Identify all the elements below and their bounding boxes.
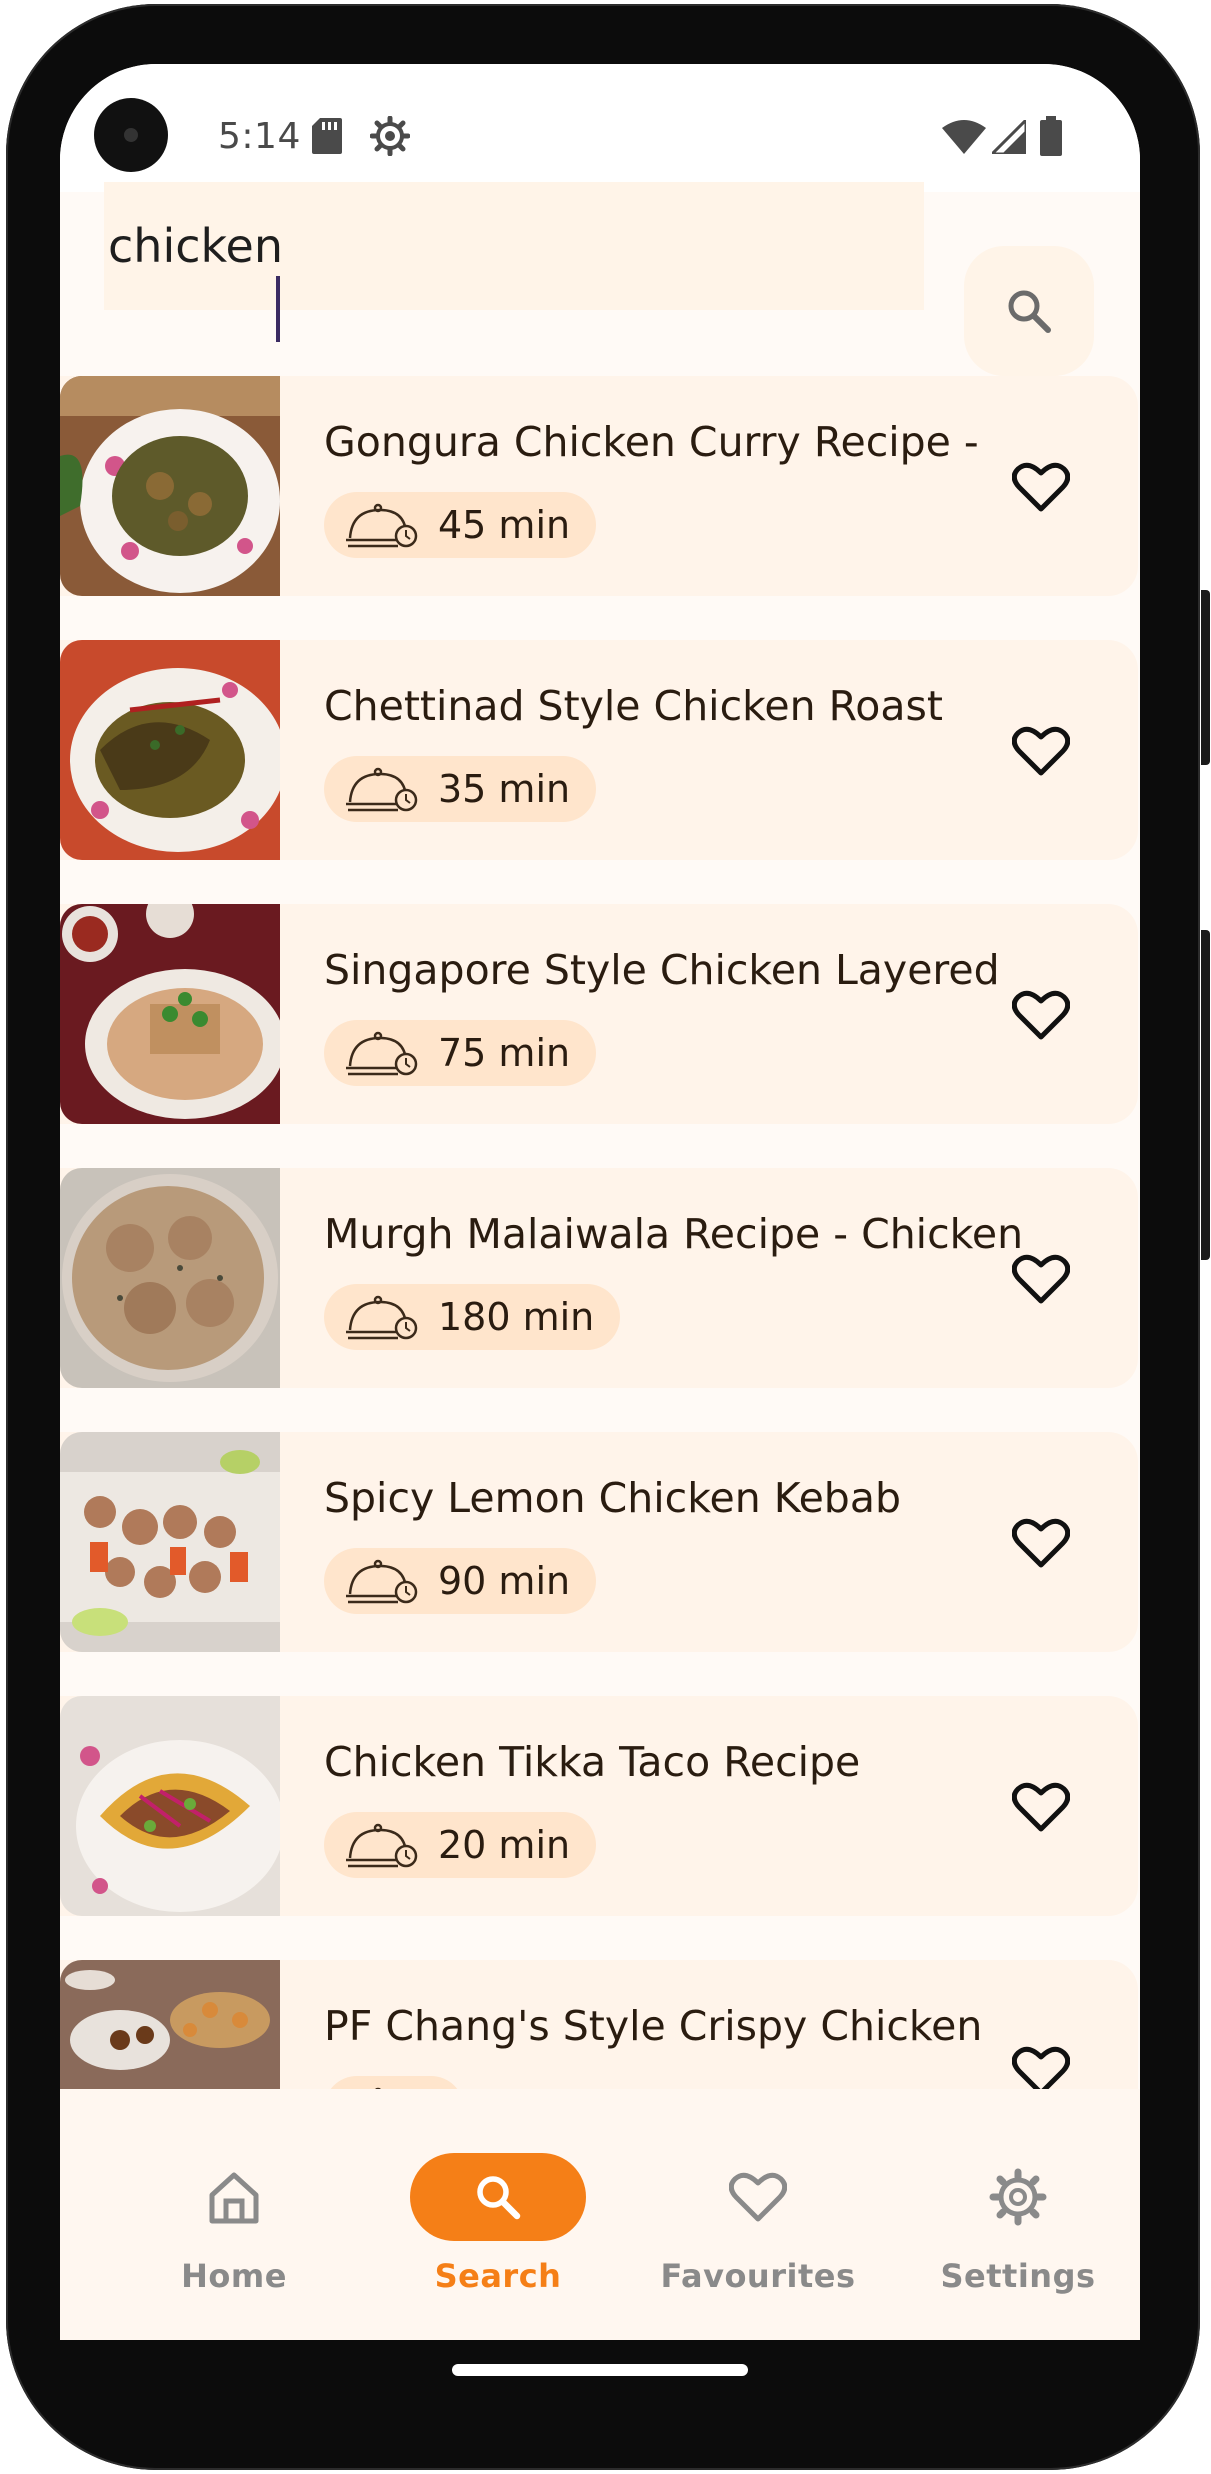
recipe-title: PF Chang's Style Crispy Chicken [324,2002,983,2050]
app-screen: 5:14 chicken Gongura Chicken Curry Recip… [60,64,1140,2340]
cook-time-chip: 45 min [324,492,597,558]
recipe-thumbnail [60,1432,280,1652]
search-icon [477,2176,521,2220]
cook-time-label: 75 min [438,1031,571,1075]
recipe-title: Chettinad Style Chicken Roast [324,682,943,730]
heart-outline-icon [1012,1518,1070,1568]
recipe-card[interactable]: Singapore Style Chicken Layered 75 min [60,904,1138,1124]
cook-time-chip: 75 min [324,1020,597,1086]
recipe-thumbnail [60,640,280,860]
heart-outline-icon [1012,990,1070,1040]
home-icon [209,2172,259,2224]
heart-outline-icon [1012,726,1070,776]
nav-label-favourites: Favourites [660,2257,856,2295]
settings-gear-status-icon [369,115,411,160]
recipe-card[interactable]: Gongura Chicken Curry Recipe - 45 min [60,376,1138,596]
cloche-timer-icon [346,503,418,548]
favourite-button[interactable] [1010,456,1072,518]
text-caret [276,276,280,342]
recipe-title: Murgh Malaiwala Recipe - Chicken [324,1210,1024,1258]
recipe-thumbnail [60,1960,280,2089]
bottom-navigation: Home Search Favourites Settings [60,2089,1140,2340]
nav-item-search[interactable]: Search [368,2089,628,2340]
cloche-timer-icon [346,1031,418,1076]
cook-time-chip: 35 min [324,756,597,822]
cloche-timer-icon [346,1823,418,1868]
nav-label-search: Search [434,2257,562,2295]
favourite-button[interactable] [1010,984,1072,1046]
cook-time-chip [324,2076,464,2089]
status-bar: 5:14 [60,64,1140,192]
nav-search-indicator [410,2153,586,2241]
cloche-timer-icon [346,1559,418,1604]
cook-time-label: 35 min [438,767,571,811]
recipe-thumbnail [60,1696,280,1916]
device-frame: 5:14 chicken Gongura Chicken Curry Recip… [0,0,1211,2474]
recipe-title: Chicken Tikka Taco Recipe [324,1738,861,1786]
cook-time-label: 45 min [438,503,571,547]
cook-time-label: 90 min [438,1559,571,1603]
front-camera [94,98,168,172]
cook-time-chip: 90 min [324,1548,597,1614]
nav-home-indicator [146,2153,322,2241]
favourite-button[interactable] [1010,720,1072,782]
recipe-title: Gongura Chicken Curry Recipe - [324,418,979,466]
cell-signal-icon [988,116,1028,158]
nav-item-favourites[interactable]: Favourites [628,2089,888,2340]
heart-icon [729,2172,787,2222]
recipe-card[interactable]: Murgh Malaiwala Recipe - Chicken 180 min [60,1168,1138,1388]
favourite-button[interactable] [1010,1512,1072,1574]
battery-icon [1040,116,1062,160]
gesture-home-bar[interactable] [452,2364,748,2376]
recipe-title: Singapore Style Chicken Layered [324,946,1000,994]
results-list[interactable]: Gongura Chicken Curry Recipe - 45 min Ch… [60,376,1140,2089]
recipe-card[interactable]: Spicy Lemon Chicken Kebab 90 min [60,1432,1138,1652]
heart-outline-icon [1012,1782,1070,1832]
favourite-button[interactable] [1010,2040,1072,2089]
cook-time-label: 20 min [438,1823,571,1867]
recipe-card[interactable]: PF Chang's Style Crispy Chicken [60,1960,1138,2089]
cook-time-chip: 20 min [324,1812,597,1878]
status-time: 5:14 [218,116,301,157]
heart-outline-icon [1012,1254,1070,1304]
cook-time-chip: 180 min [324,1284,621,1350]
nav-label-home: Home [181,2257,287,2295]
search-button[interactable] [964,246,1094,376]
recipe-thumbnail [60,904,280,1124]
nav-item-settings[interactable]: Settings [888,2089,1140,2340]
recipe-thumbnail [60,376,280,596]
power-button [1201,590,1210,765]
cloche-timer-icon [346,767,418,812]
nav-label-settings: Settings [940,2257,1096,2295]
sd-card-icon [312,118,342,158]
wifi-icon [942,120,986,158]
cook-time-label: 180 min [438,1295,595,1339]
recipe-card[interactable]: Chettinad Style Chicken Roast 35 min [60,640,1138,860]
nav-item-home[interactable]: Home [104,2089,364,2340]
recipe-card[interactable]: Chicken Tikka Taco Recipe 20 min [60,1696,1138,1916]
gear-icon [989,2168,1047,2226]
search-icon [1008,290,1051,333]
nav-settings-indicator [930,2153,1106,2241]
heart-outline-icon [1012,2046,1070,2089]
search-input[interactable] [104,182,924,310]
heart-outline-icon [1012,462,1070,512]
cloche-timer-icon [346,1295,418,1340]
volume-button [1201,930,1210,1260]
recipe-thumbnail [60,1168,280,1388]
favourite-button[interactable] [1010,1248,1072,1310]
favourite-button[interactable] [1010,1776,1072,1838]
recipe-title: Spicy Lemon Chicken Kebab [324,1474,901,1522]
nav-favourites-indicator [670,2153,846,2241]
